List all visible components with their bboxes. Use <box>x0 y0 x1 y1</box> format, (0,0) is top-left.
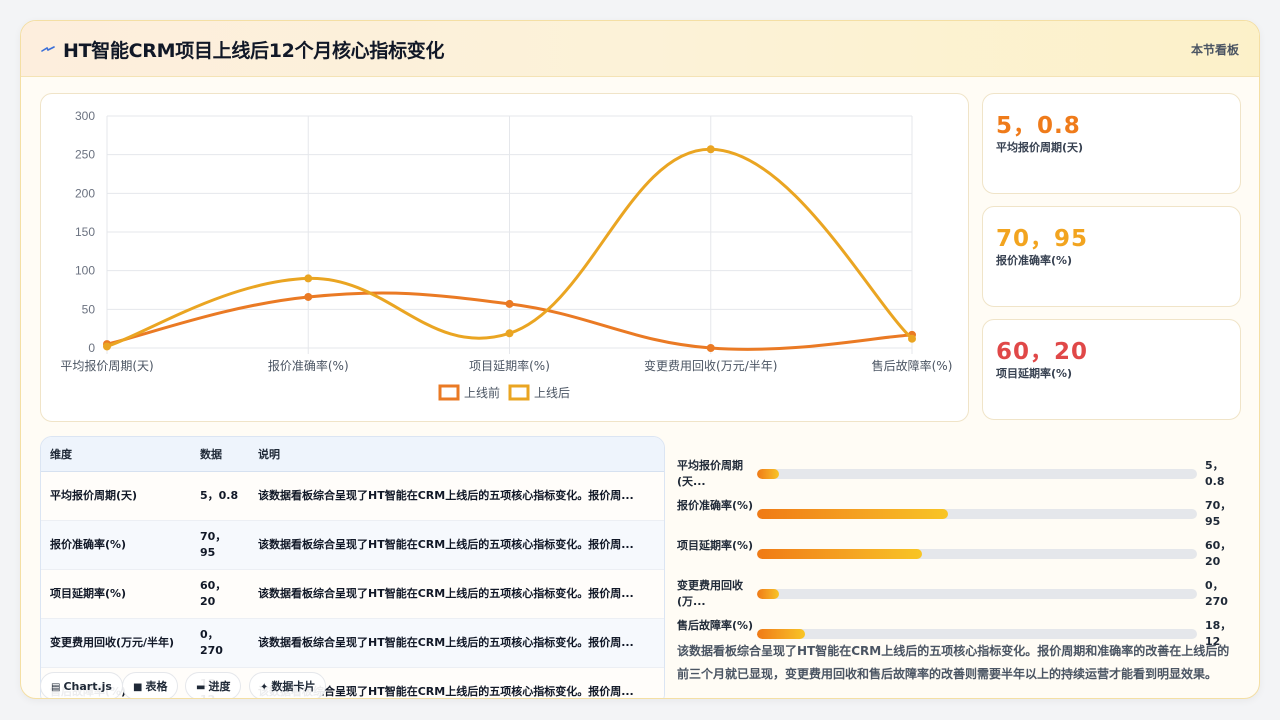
table-row: 平均报价周期(天) 5，0.8 该数据看板综合呈现了HT智能在CRM上线后的五项核心… <box>41 471 664 521</box>
y-tick-label: 300 <box>75 109 95 123</box>
cell-data: 70， 95 <box>191 520 249 570</box>
data-point <box>505 329 514 338</box>
stat-card-quote-accuracy: 70，95 报价准确率(%) <box>982 206 1241 307</box>
stat-value: 70，95 <box>996 226 1089 252</box>
progress-track <box>757 629 1197 639</box>
progress-icon: ▬ <box>196 682 206 693</box>
stat-label: 项目延期率(%) <box>996 367 1073 380</box>
x-tick-label: 报价准确率(%) <box>268 358 349 373</box>
x-tick-label: 售后故障率(%) <box>872 358 953 373</box>
stat-card-quote-cycle: 5，0.8 平均报价周期(天) <box>982 93 1241 194</box>
line-chart: 0 50 100 150 200 250 300 平均报价周期(天) 报价准确率(%) 项目延期率… <box>60 109 953 401</box>
chart-panel: 0 50 100 150 200 250 300 平均报价周期(天) 报价准确率(%) 项目延期率… <box>40 93 969 422</box>
table-row: 报价准确率(%) 70， 95 该数据看板综合呈现了HT智能在CRM上线后的五项核心… <box>41 520 664 570</box>
y-tick-label: 250 <box>75 148 95 162</box>
tool-label: 进度 <box>208 680 231 693</box>
progress-fill <box>757 469 779 479</box>
cell-dimension: 平均报价周期(天) <box>41 471 191 521</box>
cell-description: 该数据看板综合呈现了HT智能在CRM上线后的五项核心指标变化。报价周... <box>249 618 664 668</box>
progress-label: 售后故障率(%) <box>677 619 754 632</box>
progress-fill <box>757 549 922 559</box>
legend-label: 上线后 <box>534 386 570 400</box>
card-icon: ✦ <box>260 682 269 693</box>
tool-label: Chart.js <box>63 680 112 693</box>
tool-label: 表格 <box>145 680 168 693</box>
chart-icon: ▤ <box>51 682 61 693</box>
cell-data: 60， 20 <box>191 569 249 619</box>
progress-track <box>757 549 1197 559</box>
tool-label: 数据卡片 <box>271 680 316 693</box>
progress-track <box>757 469 1197 479</box>
y-tick-label: 50 <box>82 302 96 316</box>
progress-label: 项目延期率(%) <box>677 539 754 552</box>
chartjs-view-button[interactable]: ▤ Chart.js <box>40 672 123 698</box>
cell-description: 该数据看板综合呈现了HT智能在CRM上线后的五项核心指标变化。报价周... <box>249 569 664 619</box>
column-header-data: 数据 <box>191 437 249 472</box>
data-point <box>908 334 916 343</box>
x-tick-label: 项目延期率(%) <box>469 358 550 373</box>
column-header-description: 说明 <box>249 437 664 472</box>
progress-value: 0， 270 <box>1205 579 1228 608</box>
dashboard-frame: HT智能CRM项目上线后12个月核心指标变化 本节看板 0 50 100 150 200… <box>20 20 1260 699</box>
progress-view-button[interactable]: ▬ 进度 <box>185 672 242 698</box>
data-point <box>103 342 111 351</box>
table-row: 项目延期率(%) 60， 20 该数据看板综合呈现了HT智能在CRM上线后的五项核心… <box>41 569 664 619</box>
stat-label: 平均报价周期(天) <box>996 141 1084 154</box>
data-point <box>304 274 313 283</box>
progress-row: 项目延期率(%) 60， 20 <box>677 537 1247 573</box>
stat-label: 报价准确率(%) <box>996 254 1073 267</box>
y-tick-label: 200 <box>75 186 95 200</box>
x-tick-label: 变更费用回收(万元/半年) <box>644 358 777 373</box>
progress-value: 60， 20 <box>1205 539 1232 568</box>
table-row: 变更费用回收(万元/半年) 0， 270 该数据看板综合呈现了HT智能在CRM上线后… <box>41 618 664 668</box>
data-point <box>304 292 313 301</box>
table-view-button[interactable]: ■ 表格 <box>122 672 179 698</box>
legend-swatch <box>508 384 530 401</box>
progress-label: 平均报价周期(天... <box>677 459 743 488</box>
progress-value: 5， 0.8 <box>1205 459 1225 488</box>
legend-label: 上线前 <box>464 385 500 400</box>
progress-row: 变更费用回收(万... 0， 270 <box>677 577 1247 613</box>
progress-row: 平均报价周期(天... 5， 0.8 <box>677 457 1247 493</box>
stat-value: 60，20 <box>996 339 1089 365</box>
progress-fill <box>757 589 779 599</box>
y-tick-label: 100 <box>75 264 95 278</box>
sparkle-icon <box>41 46 55 52</box>
progress-fill <box>757 509 949 519</box>
progress-label: 报价准确率(%) <box>677 499 754 512</box>
data-table: 维度 数据 说明 平均报价周期(天) 5，0.8 该数据看板综合呈现了HT智能在CR… <box>40 436 665 698</box>
data-point <box>706 344 715 352</box>
progress-track <box>757 509 1197 519</box>
cell-description: 该数据看板综合呈现了HT智能在CRM上线后的五项核心指标变化。报价周... <box>249 520 664 570</box>
progress-list: 平均报价周期(天... 5， 0.8 报价准确率(%) 70， 95 项目延期率(%) 6… <box>677 436 1247 648</box>
legend-swatch <box>438 384 460 401</box>
y-tick-label: 150 <box>75 225 95 239</box>
table-icon: ■ <box>133 682 143 693</box>
column-header-dimension: 维度 <box>41 437 191 472</box>
stat-value: 5，0.8 <box>996 113 1081 139</box>
progress-fill <box>757 629 806 639</box>
cell-description: 该数据看板综合呈现了HT智能在CRM上线后的五项核心指标变化。报价周... <box>249 471 664 521</box>
summary-text: 该数据看板综合呈现了HT智能在CRM上线后的五项核心指标变化。报价周期和准确率的… <box>677 644 1230 681</box>
header-bar: HT智能CRM项目上线后12个月核心指标变化 本节看板 <box>21 21 1259 77</box>
x-tick-label: 平均报价周期(天) <box>60 358 153 373</box>
cell-dimension: 报价准确率(%) <box>41 520 191 570</box>
page-title: HT智能CRM项目上线后12个月核心指标变化 <box>63 40 445 62</box>
progress-track <box>757 589 1197 599</box>
data-point <box>706 145 715 154</box>
cell-dimension: 变更费用回收(万元/半年) <box>41 618 191 668</box>
progress-row: 报价准确率(%) 70， 95 <box>677 497 1247 533</box>
cell-data: 0， 270 <box>191 618 249 668</box>
stat-card-delay-rate: 60，20 项目延期率(%) <box>982 319 1241 420</box>
data-point <box>505 299 514 308</box>
table-header-row: 维度 数据 说明 <box>41 437 664 472</box>
y-tick-label: 0 <box>88 341 95 355</box>
cell-dimension: 项目延期率(%) <box>41 569 191 619</box>
progress-label: 变更费用回收(万... <box>677 579 743 608</box>
section-label: 本节看板 <box>1190 43 1239 57</box>
cell-data: 5，0.8 <box>191 471 249 521</box>
card-view-button[interactable]: ✦ 数据卡片 <box>249 672 327 698</box>
progress-value: 70， 95 <box>1205 499 1232 528</box>
